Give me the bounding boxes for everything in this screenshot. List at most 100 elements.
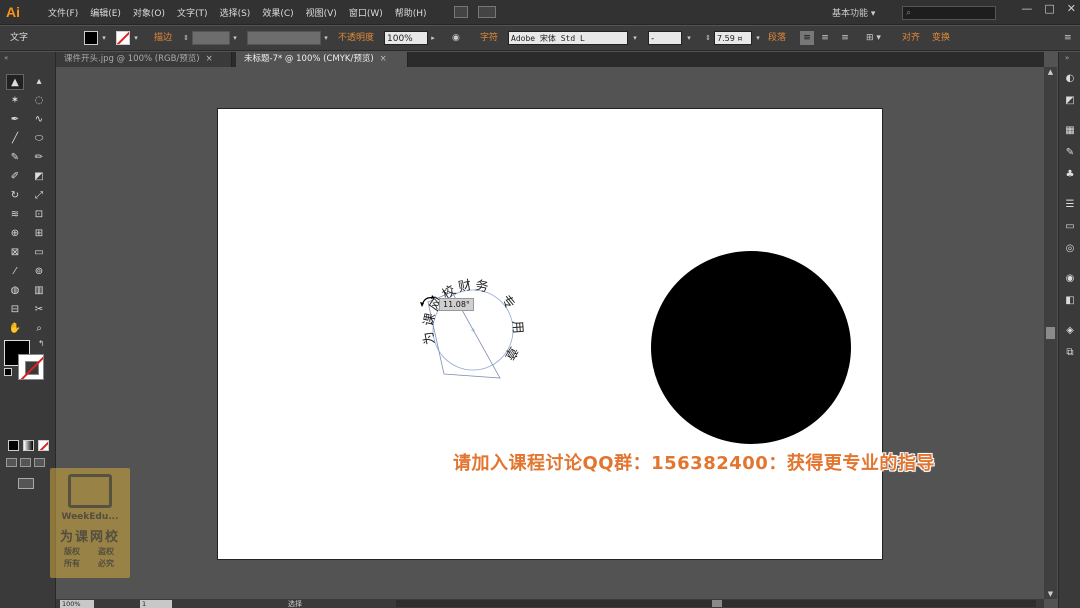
- symbols-panel-icon[interactable]: ♣: [1063, 168, 1077, 182]
- appearance-panel-icon[interactable]: ◉: [1063, 272, 1077, 286]
- none-mode-icon[interactable]: [38, 440, 49, 451]
- swap-icon[interactable]: ↰: [38, 339, 45, 348]
- character-link[interactable]: 字符: [480, 31, 498, 45]
- close-icon[interactable]: ×: [380, 54, 387, 64]
- font-style-field[interactable]: -: [648, 31, 682, 45]
- layers-panel-icon[interactable]: ◈: [1063, 324, 1077, 338]
- pen-tool-icon[interactable]: ✒: [6, 112, 24, 128]
- stepper-icon[interactable]: ⇕: [703, 31, 713, 45]
- variable-width-field[interactable]: [247, 31, 321, 45]
- stroke-link[interactable]: 描边: [154, 31, 172, 45]
- scroll-thumb[interactable]: [712, 600, 722, 607]
- arrange-documents-button[interactable]: [477, 6, 496, 18]
- swatches-panel-icon[interactable]: ▦: [1063, 124, 1077, 138]
- graphic-styles-icon[interactable]: ◧: [1063, 294, 1077, 308]
- curvature-tool-icon[interactable]: ∿: [30, 112, 48, 128]
- close-button[interactable]: ✕: [1067, 2, 1076, 15]
- menu-item[interactable]: 对象(O): [127, 6, 171, 19]
- blend-tool-icon[interactable]: ⊚: [30, 264, 48, 280]
- font-size-field[interactable]: 7.59 ¤: [714, 31, 752, 45]
- gradient-mode-icon[interactable]: [23, 440, 34, 451]
- default-colors-icon[interactable]: [4, 368, 12, 376]
- selection-tool-icon[interactable]: ▲: [6, 74, 24, 90]
- color-panel-icon[interactable]: ◐: [1063, 72, 1077, 86]
- menu-item[interactable]: 效果(C): [256, 6, 299, 19]
- pencil-tool-icon[interactable]: ✏: [30, 150, 48, 166]
- symbol-sprayer-tool-icon[interactable]: ◍: [6, 283, 24, 299]
- artboard-tool-icon[interactable]: ⊟: [6, 302, 24, 318]
- type-on-path-object[interactable]: 为课网校财 务专用章: [400, 268, 550, 398]
- screen-mode-icon[interactable]: [18, 478, 34, 489]
- color-mode-icon[interactable]: [8, 440, 19, 451]
- chevron-down-icon[interactable]: ▾: [753, 31, 763, 45]
- opacity-link[interactable]: 不透明度: [338, 31, 374, 45]
- black-circle-shape[interactable]: [651, 251, 851, 444]
- slice-tool-icon[interactable]: ✂: [30, 302, 48, 318]
- zoom-tool-icon[interactable]: ⌕: [30, 321, 48, 337]
- zoom-field[interactable]: 100%: [60, 600, 94, 608]
- gradient-panel-icon[interactable]: ▭: [1063, 220, 1077, 234]
- vertical-scrollbar[interactable]: ▲ ▼: [1044, 67, 1057, 599]
- fill-swatch[interactable]: [84, 31, 98, 45]
- menu-item[interactable]: 视图(V): [300, 6, 343, 19]
- draw-behind-icon[interactable]: [20, 458, 31, 467]
- expand-icon[interactable]: »: [1065, 54, 1069, 62]
- rotate-tool-icon[interactable]: ↻: [6, 188, 24, 204]
- scroll-up-icon[interactable]: ▲: [1044, 67, 1057, 77]
- chevron-down-icon[interactable]: ▾: [321, 31, 331, 45]
- menu-item[interactable]: 文件(F): [42, 6, 84, 19]
- mesh-tool-icon[interactable]: ⊠: [6, 245, 24, 261]
- close-icon[interactable]: ×: [206, 54, 213, 64]
- opacity-field[interactable]: 100%: [384, 31, 428, 45]
- lasso-tool-icon[interactable]: ◌: [30, 93, 48, 109]
- warp-tool-icon[interactable]: ≋: [6, 207, 24, 223]
- bridge-button[interactable]: [453, 6, 468, 18]
- recolor-icon[interactable]: ◉: [452, 31, 460, 45]
- chevron-down-icon[interactable]: ▾: [630, 31, 640, 45]
- align-center-icon[interactable]: ≡: [818, 31, 832, 45]
- maximize-button[interactable]: □: [1044, 2, 1054, 15]
- chevron-down-icon[interactable]: ▾: [99, 31, 109, 45]
- align-link[interactable]: 对齐: [902, 31, 920, 45]
- align-right-icon[interactable]: ≡: [838, 31, 852, 45]
- paintbrush-tool-icon[interactable]: ✎: [6, 150, 24, 166]
- menu-item[interactable]: 选择(S): [214, 6, 257, 19]
- transform-link[interactable]: 变换: [932, 31, 950, 45]
- stroke-weight-field[interactable]: [192, 31, 230, 45]
- chevron-down-icon[interactable]: ▾: [684, 31, 694, 45]
- draw-inside-icon[interactable]: [34, 458, 45, 467]
- font-family-field[interactable]: Adobe 宋体 Std L: [508, 31, 628, 45]
- magic-wand-tool-icon[interactable]: ✶: [6, 93, 24, 109]
- tab-document-1[interactable]: 课件开头.jpg @ 100% (RGB/预览) ×: [56, 52, 232, 67]
- minimize-button[interactable]: —: [1021, 2, 1032, 15]
- line-tool-icon[interactable]: ╱: [6, 131, 24, 147]
- chevron-down-icon[interactable]: ▸: [428, 31, 438, 45]
- menu-item[interactable]: 窗口(W): [343, 6, 389, 19]
- paragraph-link[interactable]: 段落: [768, 31, 786, 45]
- horizontal-scrollbar[interactable]: [396, 600, 1036, 607]
- perspective-grid-tool-icon[interactable]: ⊞: [30, 226, 48, 242]
- transparency-panel-icon[interactable]: ◎: [1063, 242, 1077, 256]
- stepper-icon[interactable]: ⇕: [181, 31, 191, 45]
- scroll-thumb[interactable]: [1046, 327, 1055, 339]
- menu-item[interactable]: 编辑(E): [84, 6, 127, 19]
- hand-tool-icon[interactable]: ✋: [6, 321, 24, 337]
- column-graph-tool-icon[interactable]: ▥: [30, 283, 48, 299]
- stroke-panel-icon[interactable]: ☰: [1063, 198, 1077, 212]
- panel-menu-icon[interactable]: ≡: [1064, 31, 1072, 45]
- color-guide-icon[interactable]: ◩: [1063, 94, 1077, 108]
- scale-tool-icon[interactable]: ⤢: [30, 188, 48, 204]
- stroke-color-box[interactable]: [18, 354, 44, 380]
- stroke-swatch[interactable]: [116, 31, 130, 45]
- artboard-number-field[interactable]: 1: [140, 600, 172, 608]
- artboards-panel-icon[interactable]: ⧉: [1063, 346, 1077, 360]
- gradient-tool-icon[interactable]: ▭: [30, 245, 48, 261]
- ellipse-tool-icon[interactable]: ⬭: [30, 131, 48, 147]
- menu-item[interactable]: 文字(T): [171, 6, 214, 19]
- chevron-down-icon[interactable]: ▾: [131, 31, 141, 45]
- brushes-panel-icon[interactable]: ✎: [1063, 146, 1077, 160]
- workspace-switcher[interactable]: 基本功能 ▾: [832, 6, 875, 19]
- eraser-tool-icon[interactable]: ◩: [30, 169, 48, 185]
- shape-builder-tool-icon[interactable]: ⊕: [6, 226, 24, 242]
- free-transform-tool-icon[interactable]: ⊡: [30, 207, 48, 223]
